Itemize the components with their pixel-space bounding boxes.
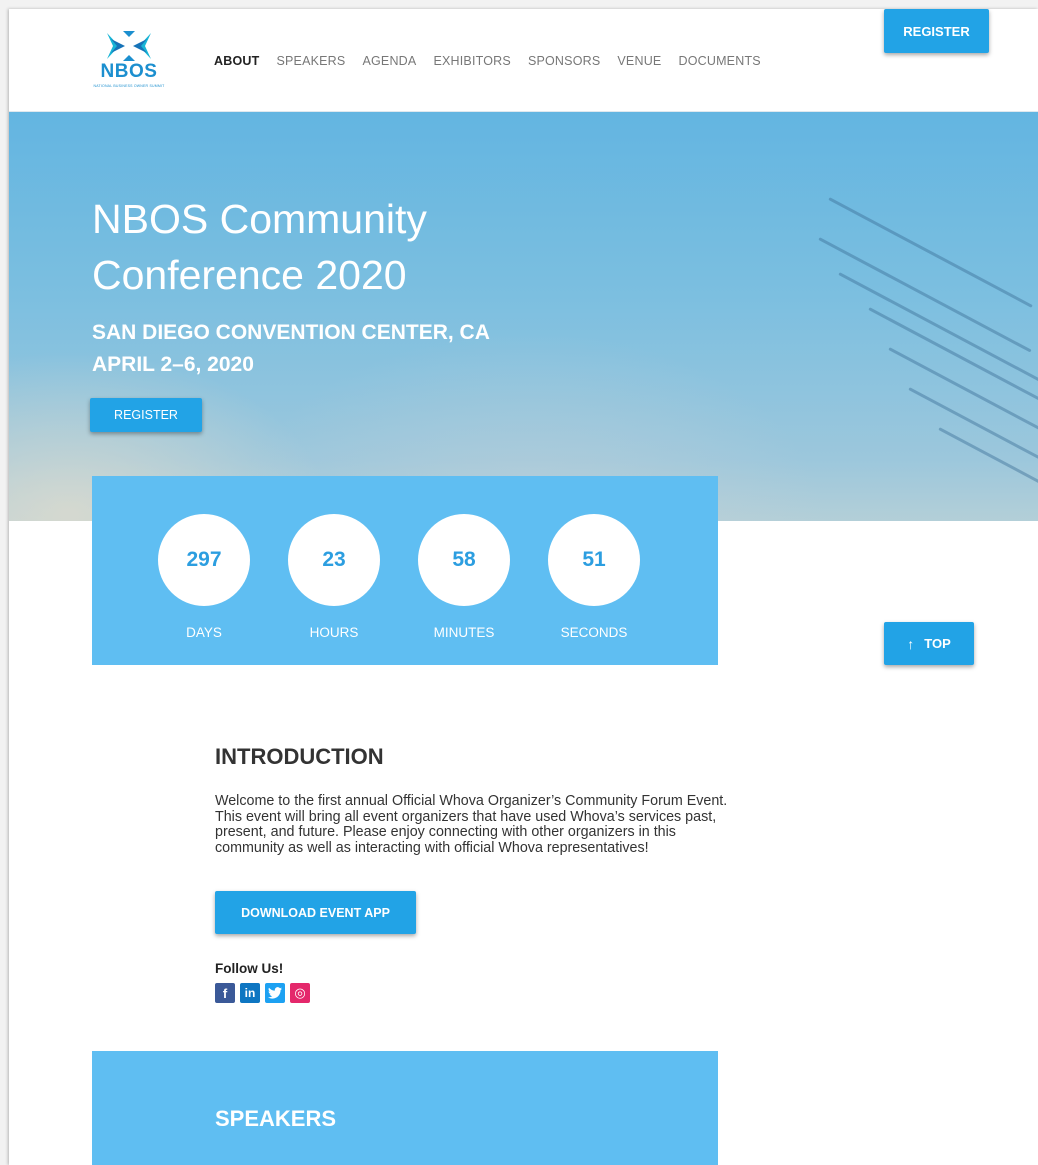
hero-banner: NBOS Community Conference 2020 SAN DIEGO… bbox=[9, 112, 1038, 521]
hero-texture bbox=[828, 197, 1033, 308]
countdown-panel: 297 DAYS 23 HOURS 58 MINUTES 51 SECONDS bbox=[92, 476, 718, 665]
social-links: f in ◎ bbox=[215, 983, 310, 1003]
follow-us-label: Follow Us! bbox=[215, 961, 284, 976]
instagram-icon[interactable]: ◎ bbox=[290, 983, 310, 1003]
back-to-top-label: TOP bbox=[924, 636, 951, 651]
header-register-button[interactable]: REGISTER bbox=[884, 9, 989, 53]
event-dates: APRIL 2–6, 2020 bbox=[92, 353, 254, 376]
arrow-up-icon: ↑ bbox=[907, 635, 915, 652]
countdown-hours-label: HOURS bbox=[309, 625, 359, 640]
hero-texture bbox=[888, 347, 1038, 440]
facebook-icon[interactable]: f bbox=[215, 983, 235, 1003]
countdown-seconds: 51 SECONDS bbox=[548, 514, 640, 640]
hero-texture bbox=[838, 272, 1038, 383]
logo-text: NBOS bbox=[100, 61, 158, 82]
hero-texture bbox=[908, 387, 1038, 475]
nbos-logo[interactable]: NBOS NATIONAL BUSINESS OWNER SUMMIT bbox=[87, 31, 171, 95]
countdown-minutes: 58 MINUTES bbox=[418, 514, 510, 640]
nav-venue[interactable]: VENUE bbox=[617, 54, 661, 68]
introduction-line: community as well as interacting with of… bbox=[215, 839, 649, 856]
nav-sponsors[interactable]: SPONSORS bbox=[528, 54, 600, 68]
countdown-seconds-value: 51 bbox=[548, 514, 640, 606]
nav-agenda[interactable]: AGENDA bbox=[362, 54, 416, 68]
main-nav: ABOUT SPEAKERS AGENDA EXHIBITORS SPONSOR… bbox=[214, 54, 778, 68]
hero-title: NBOS Community Conference 2020 bbox=[92, 196, 427, 298]
nav-speakers[interactable]: SPEAKERS bbox=[276, 54, 345, 68]
twitter-icon[interactable] bbox=[265, 983, 285, 1003]
logo-mark-icon bbox=[107, 31, 151, 61]
countdown-days-value: 297 bbox=[158, 514, 250, 606]
nav-documents[interactable]: DOCUMENTS bbox=[678, 54, 760, 68]
page: NBOS NATIONAL BUSINESS OWNER SUMMIT ABOU… bbox=[9, 9, 1038, 1165]
linkedin-icon[interactable]: in bbox=[240, 983, 260, 1003]
countdown-seconds-label: SECONDS bbox=[560, 625, 628, 640]
countdown-hours: 23 HOURS bbox=[288, 514, 380, 640]
introduction-heading: INTRODUCTION bbox=[215, 744, 384, 769]
back-to-top-button[interactable]: ↑ TOP bbox=[884, 622, 974, 665]
hero-texture bbox=[818, 237, 1032, 353]
speakers-heading: SPEAKERS bbox=[215, 1106, 337, 1131]
nav-exhibitors[interactable]: EXHIBITORS bbox=[433, 54, 510, 68]
download-event-app-button[interactable]: DOWNLOAD EVENT APP bbox=[215, 891, 416, 934]
speakers-section: SPEAKERS bbox=[92, 1051, 718, 1165]
twitter-bird-icon bbox=[268, 987, 282, 999]
countdown-minutes-label: MINUTES bbox=[433, 625, 495, 640]
introduction-line: This event will bring all event organize… bbox=[215, 808, 717, 825]
hero-subtitle: SAN DIEGO CONVENTION CENTER, CA APRIL 2–… bbox=[92, 317, 692, 381]
site-header: NBOS NATIONAL BUSINESS OWNER SUMMIT ABOU… bbox=[9, 9, 1038, 112]
hero-texture bbox=[868, 307, 1038, 404]
hero-register-button[interactable]: REGISTER bbox=[90, 398, 202, 432]
countdown-days-label: DAYS bbox=[186, 625, 222, 640]
nav-about[interactable]: ABOUT bbox=[214, 54, 259, 68]
hero-texture bbox=[938, 427, 1038, 501]
countdown-days: 297 DAYS bbox=[158, 514, 250, 640]
introduction-line: Welcome to the first annual Official Who… bbox=[215, 793, 728, 809]
introduction-line: present, and future. Please enjoy connec… bbox=[215, 824, 676, 840]
introduction-text: Welcome to the first annual Official Who… bbox=[215, 793, 815, 856]
countdown-minutes-value: 58 bbox=[418, 514, 510, 606]
logo-subtext: NATIONAL BUSINESS OWNER SUMMIT bbox=[93, 84, 165, 88]
countdown-hours-value: 23 bbox=[288, 514, 380, 606]
event-location: SAN DIEGO CONVENTION CENTER, CA bbox=[92, 321, 490, 344]
